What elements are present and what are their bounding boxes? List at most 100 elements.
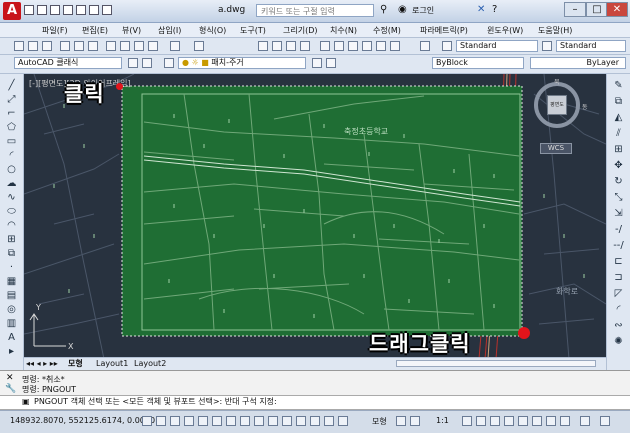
user-icon[interactable]: ◉ bbox=[398, 5, 408, 15]
search-input[interactable]: 키워드 또는 구절 입력 bbox=[256, 4, 374, 17]
markup-icon[interactable] bbox=[376, 41, 386, 51]
help-status-icon[interactable] bbox=[600, 416, 610, 426]
break-icon[interactable]: ⊏ bbox=[613, 256, 624, 267]
lock-ui-icon[interactable] bbox=[504, 416, 514, 426]
ellipse-arc-icon[interactable]: ◠ bbox=[6, 220, 17, 231]
spline-icon[interactable]: ∿ bbox=[6, 192, 17, 203]
menu-parametric[interactable]: 파라메트릭(P) bbox=[420, 25, 468, 36]
copy-object-icon[interactable]: ⧉ bbox=[613, 96, 624, 107]
trim-icon[interactable]: -/ bbox=[613, 224, 624, 235]
mtext-icon[interactable]: A bbox=[6, 332, 17, 343]
polyline-icon[interactable]: ⌐ bbox=[6, 108, 17, 119]
horizontal-scrollbar[interactable] bbox=[396, 360, 596, 367]
text-style-icon[interactable] bbox=[442, 41, 452, 51]
ortho-mode-toggle[interactable] bbox=[184, 416, 194, 426]
annotation-monitor-toggle[interactable] bbox=[338, 416, 348, 426]
isolate-objects-icon[interactable] bbox=[532, 416, 542, 426]
arc-icon[interactable]: ◜ bbox=[6, 150, 17, 161]
hatch-icon[interactable]: ▦ bbox=[6, 276, 17, 287]
color-dropdown[interactable]: ByBlock bbox=[432, 57, 524, 69]
properties-icon[interactable] bbox=[320, 41, 330, 51]
qnew-icon[interactable] bbox=[14, 41, 24, 51]
move-icon[interactable]: ✥ bbox=[613, 160, 624, 171]
menu-dimension[interactable]: 치수(N) bbox=[330, 25, 357, 36]
linetype-dropdown[interactable]: ByLayer bbox=[530, 57, 626, 69]
auto-scale-icon[interactable] bbox=[476, 416, 486, 426]
save-icon[interactable] bbox=[42, 41, 52, 51]
snap-mode-toggle[interactable] bbox=[156, 416, 166, 426]
binoculars-icon[interactable]: ⚲ bbox=[380, 5, 390, 15]
tab-model[interactable]: 모형 bbox=[68, 358, 83, 369]
layer-previous-icon[interactable] bbox=[326, 58, 336, 68]
new-file-icon[interactable] bbox=[24, 5, 34, 15]
region-icon[interactable]: ◎ bbox=[6, 304, 17, 315]
hardware-acceleration-icon[interactable] bbox=[518, 416, 528, 426]
menu-format[interactable]: 형식(O) bbox=[199, 25, 226, 36]
paste-icon[interactable] bbox=[134, 41, 144, 51]
redo-icon[interactable] bbox=[194, 41, 204, 51]
quick-view-layouts-icon[interactable] bbox=[396, 416, 406, 426]
menu-file[interactable]: 파일(F) bbox=[42, 25, 68, 36]
annotation-scale[interactable]: 1:1 bbox=[436, 416, 449, 425]
add-selected-icon[interactable]: ▸ bbox=[6, 346, 17, 357]
workspace-switching-icon[interactable] bbox=[490, 416, 500, 426]
wrench-icon[interactable]: 🔧 bbox=[5, 384, 16, 394]
menu-modify[interactable]: 수정(M) bbox=[373, 25, 401, 36]
annotation-visibility-icon[interactable] bbox=[462, 416, 472, 426]
zoom-realtime-icon[interactable] bbox=[272, 41, 282, 51]
save-as-icon[interactable] bbox=[63, 5, 73, 15]
login-button[interactable]: 로그인 bbox=[412, 5, 434, 16]
undo-icon[interactable] bbox=[170, 41, 180, 51]
tab-nav-arrows[interactable]: ◂◂ ◂ ▸ ▸▸ bbox=[26, 358, 58, 369]
lineweight-toggle[interactable] bbox=[282, 416, 292, 426]
make-block-icon[interactable]: ⧉ bbox=[6, 248, 17, 259]
save-icon[interactable] bbox=[50, 5, 60, 15]
customize-icon[interactable] bbox=[142, 58, 152, 68]
autocad-logo-button[interactable]: A bbox=[3, 2, 21, 20]
zoom-previous-icon[interactable] bbox=[300, 41, 310, 51]
status-menu-icon[interactable] bbox=[546, 416, 556, 426]
infer-constraints-toggle[interactable] bbox=[142, 416, 152, 426]
model-space-button[interactable]: 모형 bbox=[372, 416, 387, 427]
notification-icon[interactable] bbox=[580, 416, 590, 426]
3d-osnap-toggle[interactable] bbox=[226, 416, 236, 426]
coordinate-display[interactable]: 148932.8070, 552125.6174, 0.0000 bbox=[10, 416, 155, 425]
help-icon[interactable] bbox=[420, 41, 430, 51]
rectangle-icon[interactable]: ▭ bbox=[6, 136, 17, 147]
dynamic-ucs-toggle[interactable] bbox=[254, 416, 264, 426]
insert-block-icon[interactable]: ⊞ bbox=[6, 234, 17, 245]
menu-window[interactable]: 윈도우(W) bbox=[487, 25, 523, 36]
undo-icon[interactable] bbox=[89, 5, 99, 15]
help-icon[interactable]: ? bbox=[492, 5, 502, 15]
line-icon[interactable]: ╱ bbox=[6, 80, 17, 91]
array-icon[interactable]: ⊞ bbox=[613, 144, 624, 155]
object-snap-tracking-toggle[interactable] bbox=[240, 416, 250, 426]
design-center-icon[interactable] bbox=[334, 41, 344, 51]
offset-icon[interactable]: ⫽ bbox=[613, 128, 624, 139]
blend-icon[interactable]: ∾ bbox=[613, 320, 624, 331]
chamfer-icon[interactable]: ◸ bbox=[613, 288, 624, 299]
make-current-icon[interactable] bbox=[312, 58, 322, 68]
rotate-icon[interactable]: ↻ bbox=[613, 176, 624, 187]
polar-tracking-toggle[interactable] bbox=[198, 416, 208, 426]
workspace-dropdown[interactable]: AutoCAD 클래식 bbox=[14, 57, 122, 69]
construction-line-icon[interactable]: ⤢ bbox=[6, 94, 17, 105]
mirror-icon[interactable]: ◭ bbox=[613, 112, 624, 123]
wcs-menu[interactable]: WCS bbox=[540, 143, 572, 154]
revcloud-icon[interactable]: ☁ bbox=[6, 178, 17, 189]
minimize-button[interactable]: – bbox=[564, 2, 586, 17]
menu-tools[interactable]: 도구(T) bbox=[240, 25, 266, 36]
plot-icon[interactable] bbox=[76, 5, 86, 15]
menu-view[interactable]: 뷰(V) bbox=[122, 25, 141, 36]
exchange-icon[interactable]: ✕ bbox=[477, 5, 487, 15]
workspace-settings-icon[interactable] bbox=[128, 58, 138, 68]
polygon-icon[interactable]: ⬠ bbox=[6, 122, 17, 133]
publish-icon[interactable] bbox=[88, 41, 98, 51]
quick-view-drawings-icon[interactable] bbox=[410, 416, 420, 426]
quickcalc-icon[interactable] bbox=[390, 41, 400, 51]
dynamic-input-toggle[interactable] bbox=[268, 416, 278, 426]
explode-icon[interactable]: ✺ bbox=[613, 336, 624, 347]
drawing-canvas[interactable]: Y X [-][평면도][2D 와이어프레임] 축정초등학교 화학로 평면도 북… bbox=[24, 74, 606, 359]
plot-icon[interactable] bbox=[60, 41, 70, 51]
menu-help[interactable]: 도움말(H) bbox=[538, 25, 572, 36]
